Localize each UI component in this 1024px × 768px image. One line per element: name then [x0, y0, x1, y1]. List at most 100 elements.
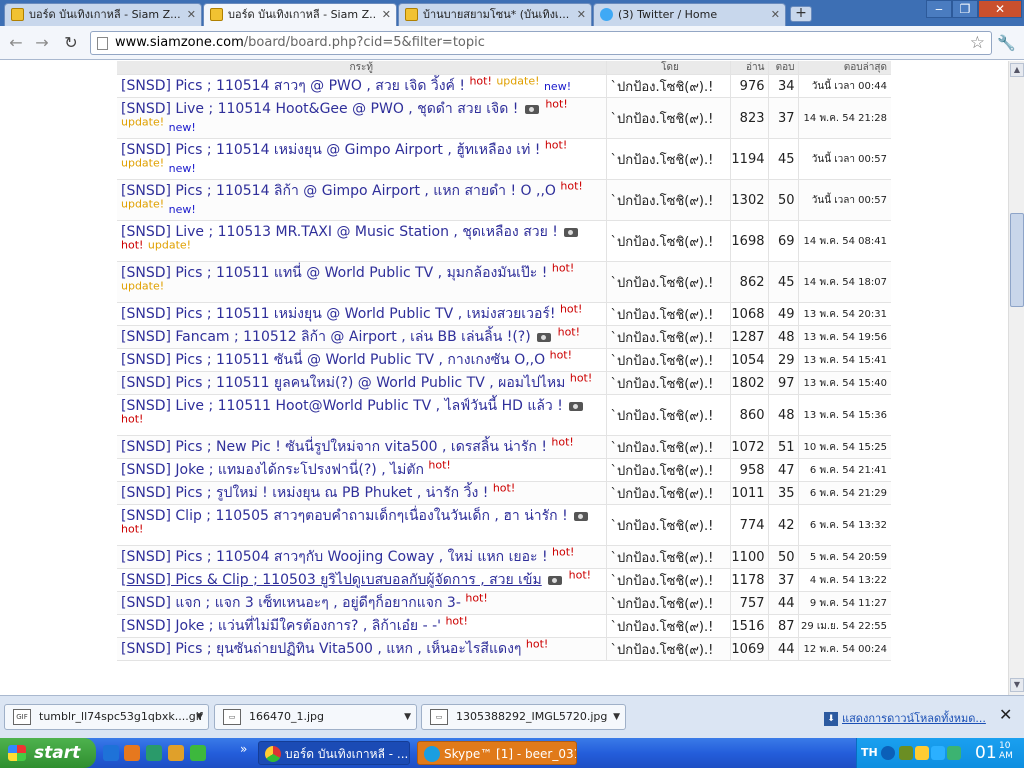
tray-expand-icon[interactable]: [881, 746, 895, 760]
topic-author[interactable]: `ปกป้อง.โซชิ(๙).!: [605, 458, 730, 482]
url-path: /board/board.php?cid=5&filter=topic: [243, 35, 485, 50]
topic-row: [SNSD] Pics ; 110514 เหม่งยุน @ Gimpo Ai…: [117, 138, 891, 180]
topic-link[interactable]: [SNSD] Pics ; 110514 เหม่งยุน @ Gimpo Ai…: [121, 142, 540, 158]
topic-link[interactable]: [SNSD] Live ; 110511 Hoot@World Public T…: [121, 398, 563, 414]
tab-close-icon[interactable]: ✕: [577, 4, 586, 25]
window-close-button[interactable]: ✕: [978, 0, 1022, 18]
topic-author[interactable]: `ปกป้อง.โซชิ(๙).!: [605, 97, 730, 139]
chevron-down-icon[interactable]: ▼: [404, 705, 411, 729]
more-quicklaunch-icon[interactable]: »: [240, 742, 247, 756]
taskbar-window-label: Skype™ [1] - beer_031: [444, 747, 577, 761]
topic-link[interactable]: [SNSD] Pics ; 110514 ลิก้า @ Gimpo Airpo…: [121, 183, 556, 199]
topic-link[interactable]: [SNSD] Pics ; 110504 สาวๆกับ Woojing Cow…: [121, 549, 548, 565]
app-quicklaunch-icon[interactable]: [190, 745, 206, 761]
ie-quicklaunch-icon[interactable]: [103, 745, 119, 761]
topic-author[interactable]: `ปกป้อง.โซชิ(๙).!: [605, 220, 730, 262]
topic-link[interactable]: [SNSD] Pics ; 110511 ยูลคนใหม่(?) @ Worl…: [121, 375, 565, 391]
topic-link[interactable]: [SNSD] Pics ; New Pic ! ซันนี่รูปใหม่จาก…: [121, 439, 547, 455]
topic-author[interactable]: `ปกป้อง.โซชิ(๙).!: [605, 179, 730, 221]
topic-author[interactable]: `ปกป้อง.โซชิ(๙).!: [605, 637, 730, 661]
topic-views: 1194: [729, 138, 768, 180]
show-all-downloads-link[interactable]: ⬇ แสดงการดาวน์โหลดทั้งหมด...: [824, 709, 986, 727]
topic-author[interactable]: `ปกป้อง.โซชิ(๙).!: [605, 481, 730, 505]
topic-author[interactable]: `ปกป้อง.โซชิ(๙).!: [605, 545, 730, 569]
app-quicklaunch-icon[interactable]: [168, 745, 184, 761]
header-views: อ่าน: [729, 61, 768, 75]
topic-author[interactable]: `ปกป้อง.โซชิ(๙).!: [605, 302, 730, 326]
chevron-down-icon[interactable]: ▼: [196, 705, 203, 729]
scroll-down-arrow-icon[interactable]: ▼: [1010, 678, 1024, 692]
topic-author[interactable]: `ปกป้อง.โซชิ(๙).!: [605, 74, 730, 98]
hot-tag: hot!: [492, 481, 516, 495]
topic-author[interactable]: `ปกป้อง.โซชิ(๙).!: [605, 348, 730, 372]
back-arrow-icon[interactable]: ←: [5, 33, 27, 53]
topic-link[interactable]: [SNSD] Clip ; 110505 สาวๆตอบคำถามเด็กๆเน…: [121, 508, 568, 524]
topic-author[interactable]: `ปกป้อง.โซชิ(๙).!: [605, 394, 730, 436]
bookmark-star-icon[interactable]: ☆: [970, 33, 985, 53]
app-quicklaunch-icon[interactable]: [146, 745, 162, 761]
topic-link[interactable]: [SNSD] Pics ; รูปใหม่ ! เหม่งยุน ณ PB Ph…: [121, 485, 488, 501]
firefox-quicklaunch-icon[interactable]: [124, 745, 140, 761]
topic-replies: 87: [767, 614, 798, 638]
topic-author[interactable]: `ปกป้อง.โซชิ(๙).!: [605, 261, 730, 303]
start-button[interactable]: start: [0, 738, 96, 768]
browser-tab[interactable]: บ้านบายสยามโซน* (บันเทิงเ... ✕: [398, 3, 592, 26]
taskbar-window-skype[interactable]: Skype™ [1] - beer_031: [417, 741, 577, 765]
scroll-up-arrow-icon[interactable]: ▲: [1010, 63, 1024, 77]
topic-link[interactable]: [SNSD] Pics ; 110514 สาวๆ @ PWO , สวย เจ…: [121, 78, 465, 94]
hot-tag: hot!: [525, 637, 549, 651]
topic-author[interactable]: `ปกป้อง.โซชิ(๙).!: [605, 325, 730, 349]
chevron-down-icon[interactable]: ▼: [613, 705, 620, 729]
topic-link[interactable]: [SNSD] Pics ; 110511 เหม่งยุน @ World Pu…: [121, 306, 556, 322]
download-item[interactable]: GIF tumblr_ll74spc53g1qbxk....gif ▼: [4, 704, 209, 730]
wrench-menu-icon[interactable]: 🔧: [997, 34, 1016, 52]
download-item[interactable]: ▭ 166470_1.jpg ▼: [214, 704, 417, 730]
minimize-button[interactable]: ‒: [926, 0, 952, 18]
topic-author[interactable]: `ปกป้อง.โซชิ(๙).!: [605, 504, 730, 546]
topic-link[interactable]: [SNSD] Fancam ; 110512 ลิก้า @ Airport ,…: [121, 329, 531, 345]
vertical-scrollbar[interactable]: ▲ ▼: [1008, 61, 1024, 695]
restore-button[interactable]: ❐: [952, 0, 978, 18]
topic-author[interactable]: `ปกป้อง.โซชิ(๙).!: [605, 591, 730, 615]
tab-close-icon[interactable]: ✕: [771, 4, 780, 25]
reload-icon[interactable]: ↻: [60, 33, 82, 53]
new-tab-button[interactable]: +: [790, 6, 812, 22]
skype-tray-icon[interactable]: [931, 746, 945, 760]
topic-link[interactable]: [SNSD] Joke ; แทมองได้กระโปรงฟานี่(?) , …: [121, 462, 424, 478]
topic-link[interactable]: [SNSD] แจก ; แจก 3 เซ็ทเหนอะๆ , อยู่ดีๆก…: [121, 595, 461, 611]
topic-link[interactable]: [SNSD] Joke ; แว่นที่ไม่มีใครต้องการ? , …: [121, 618, 441, 634]
browser-tab-active[interactable]: บอร์ด บันเทิงเกาหลี - Siam Z... ✕: [203, 3, 397, 26]
tab-close-icon[interactable]: ✕: [382, 4, 391, 25]
topic-author[interactable]: `ปกป้อง.โซชิ(๙).!: [605, 614, 730, 638]
hot-tag: hot!: [428, 458, 451, 472]
tray-app-icon[interactable]: [947, 746, 961, 760]
download-item[interactable]: ▭ 1305388292_IMGL5720.jpg ▼: [421, 704, 626, 730]
topic-link[interactable]: [SNSD] Pics ; 110511 แทนี่ @ World Publi…: [121, 265, 547, 281]
topic-title-cell: [SNSD] Pics ; 110511 ยูลคนใหม่(?) @ Worl…: [117, 371, 606, 395]
topic-link[interactable]: [SNSD] Live ; 110514 Hoot&Gee @ PWO , ชุ…: [121, 101, 518, 117]
topic-row: [SNSD] Pics ; ยุนซันถ่ายปฏิทิน Vita500 ,…: [117, 637, 891, 661]
tab-close-icon[interactable]: ✕: [187, 4, 196, 25]
topic-views: 1287: [729, 325, 768, 349]
address-bar[interactable]: www.siamzone.com/board/board.php?cid=5&f…: [90, 31, 992, 55]
url-text[interactable]: www.siamzone.com/board/board.php?cid=5&f…: [115, 32, 485, 54]
scrollbar-thumb[interactable]: [1010, 213, 1024, 307]
topic-last-reply: 6 พ.ค. 54 13:32: [797, 504, 891, 546]
tray-app-icon[interactable]: [915, 746, 929, 760]
topic-author[interactable]: `ปกป้อง.โซชิ(๙).!: [605, 435, 730, 459]
topic-link[interactable]: [SNSD] Pics & Clip ; 110503 ยูริไปดูเบสบ…: [121, 572, 542, 588]
topic-author[interactable]: `ปกป้อง.โซชิ(๙).!: [605, 138, 730, 180]
topic-link[interactable]: [SNSD] Pics ; 110511 ซันนี่ @ World Publ…: [121, 352, 545, 368]
topic-row: [SNSD] Pics ; 110514 สาวๆ @ PWO , สวย เจ…: [117, 74, 891, 98]
topic-title-cell: [SNSD] Joke ; แว่นที่ไม่มีใครต้องการ? , …: [117, 614, 606, 638]
topic-link[interactable]: [SNSD] Pics ; ยุนซันถ่ายปฏิทิน Vita500 ,…: [121, 641, 521, 657]
topic-author[interactable]: `ปกป้อง.โซชิ(๙).!: [605, 568, 730, 592]
close-shelf-icon[interactable]: ✕: [999, 705, 1012, 724]
topic-author[interactable]: `ปกป้อง.โซชิ(๙).!: [605, 371, 730, 395]
browser-tab[interactable]: (3) Twitter / Home ✕: [593, 3, 786, 26]
network-icon[interactable]: [899, 746, 913, 760]
browser-tab[interactable]: บอร์ด บันเทิงเกาหลี - Siam Z... ✕: [4, 3, 202, 26]
forward-arrow-icon[interactable]: →: [31, 33, 53, 53]
taskbar-window-chrome[interactable]: บอร์ด บันเทิงเกาหลี - ...: [258, 741, 410, 765]
language-indicator[interactable]: TH: [861, 746, 878, 759]
